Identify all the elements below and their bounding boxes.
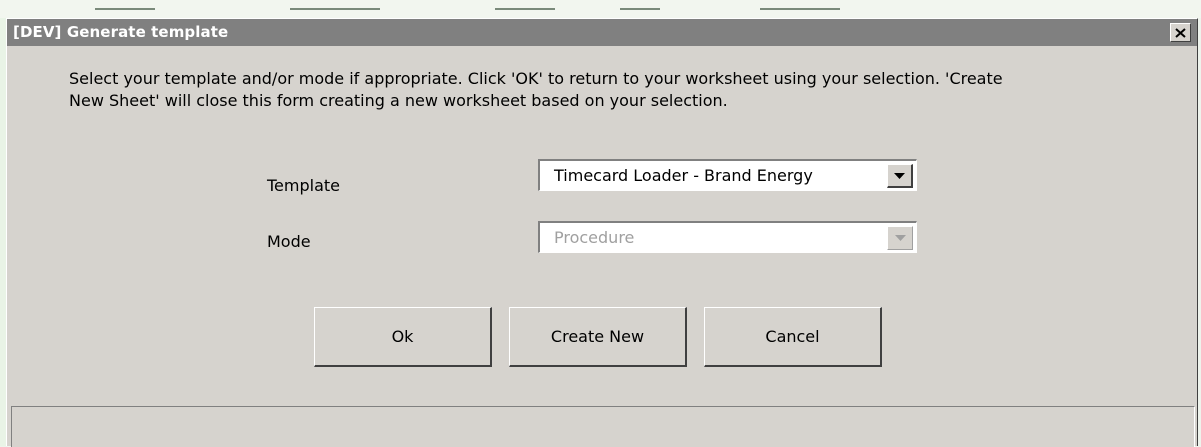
status-panel xyxy=(11,406,1195,447)
worksheet-cell-fragment xyxy=(95,0,155,10)
template-select[interactable]: Timecard Loader - Brand Energy xyxy=(538,159,917,191)
template-select-value: Timecard Loader - Brand Energy xyxy=(554,166,813,185)
mode-dropdown-button[interactable] xyxy=(887,226,913,250)
close-icon xyxy=(1175,27,1186,38)
title-bar[interactable]: [DEV] Generate template xyxy=(7,19,1197,46)
close-button[interactable] xyxy=(1170,23,1191,42)
mode-select-value: Procedure xyxy=(554,228,635,247)
worksheet-cell-fragment xyxy=(495,0,555,10)
generate-template-dialog: [DEV] Generate template Select your temp… xyxy=(6,18,1198,447)
instructions-text: Select your template and/or mode if appr… xyxy=(69,68,1169,112)
cancel-button[interactable]: Cancel xyxy=(704,307,882,367)
ok-button[interactable]: Ok xyxy=(314,307,492,367)
chevron-down-icon xyxy=(894,172,905,179)
worksheet-cell-fragment xyxy=(620,0,660,10)
dialog-title: [DEV] Generate template xyxy=(13,23,229,41)
chevron-down-icon xyxy=(894,235,906,241)
template-label: Template xyxy=(267,176,341,195)
background-worksheet-strip xyxy=(0,0,1201,18)
worksheet-cell-fragment xyxy=(290,0,380,10)
instructions-line-2: New Sheet' will close this form creating… xyxy=(69,91,728,110)
worksheet-cell-fragment xyxy=(760,0,840,10)
template-dropdown-button[interactable] xyxy=(887,164,913,188)
instructions-line-1: Select your template and/or mode if appr… xyxy=(69,69,1003,88)
create-new-button[interactable]: Create New xyxy=(509,307,687,367)
mode-label: Mode xyxy=(267,232,311,251)
mode-select[interactable]: Procedure xyxy=(538,221,917,253)
